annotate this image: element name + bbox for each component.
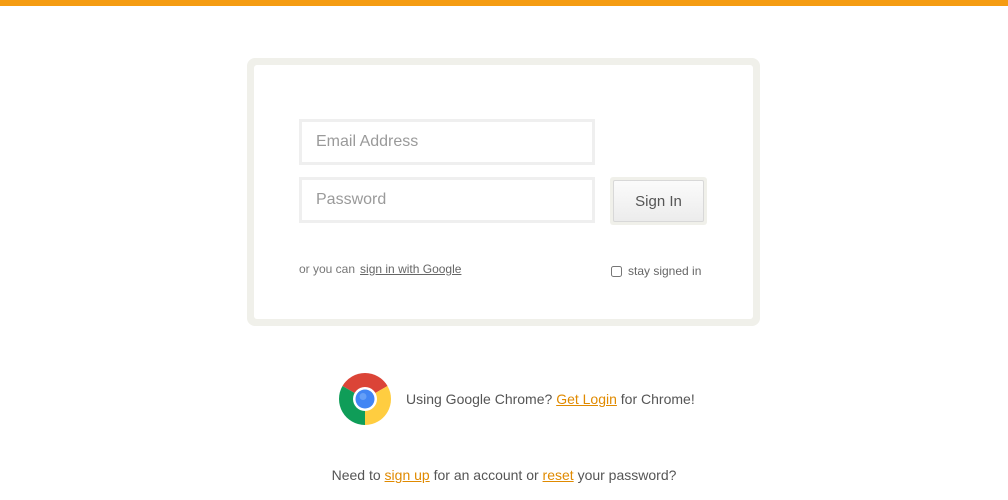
chrome-promo: Using Google Chrome? Get Login for Chrom… [337,371,695,427]
reset-password-link[interactable]: reset [543,467,574,483]
chrome-promo-suffix: for Chrome! [620,391,695,407]
sign-in-button-frame: Sign In [610,177,707,225]
alt-sign-in-prefix: or you can [299,262,356,276]
email-field[interactable] [299,119,595,165]
account-help-suffix: your password? [577,467,677,483]
google-sign-in-link[interactable]: sign in with Google [360,262,461,276]
password-field[interactable] [299,177,595,223]
stay-signed-in-checkbox[interactable] [611,265,622,277]
chrome-icon [338,372,392,425]
account-help-prefix: Need to [331,467,381,483]
account-help-middle: for an account or [433,467,539,483]
stay-signed-in-label: stay signed in [628,264,702,278]
login-card: Sign In or you can sign in with Google st… [247,58,760,326]
sign-in-button[interactable]: Sign In [613,180,704,222]
account-help: Need to sign up for an account or reset … [0,467,1008,483]
login-card-inner: Sign In or you can sign in with Google st… [254,65,753,319]
sign-up-link[interactable]: sign up [385,467,430,483]
get-login-link[interactable]: Get Login [556,391,617,407]
chrome-promo-prefix: Using Google Chrome? [406,391,553,407]
chrome-promo-text: Using Google Chrome? Get Login for Chrom… [406,391,695,407]
alternate-sign-in: or you can sign in with Google [299,262,461,276]
stay-signed-in[interactable]: stay signed in [611,264,701,278]
top-accent-bar [0,0,1008,6]
